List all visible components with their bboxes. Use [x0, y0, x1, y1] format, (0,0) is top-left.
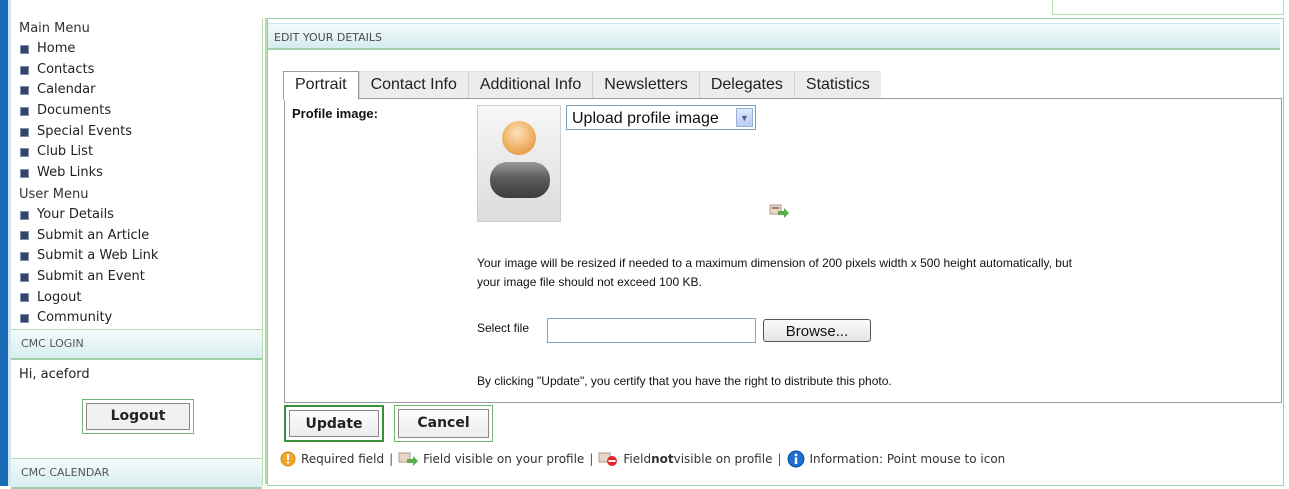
- window-edge: [0, 0, 8, 486]
- field-legend: Required field | Field visible on your p…: [280, 449, 1005, 469]
- resize-info-line1: Your image will be resized if needed to …: [477, 256, 1072, 270]
- update-button-frame: Update: [284, 405, 384, 442]
- resize-info: Your image will be resized if needed to …: [477, 254, 1267, 292]
- square-bullet-icon: [20, 272, 29, 282]
- legend-separator: |: [589, 452, 594, 466]
- square-bullet-icon: [20, 106, 29, 116]
- user-menu-item-submit-a-web-link[interactable]: Submit a Web Link: [11, 246, 262, 267]
- legend-visible: Field visible on your profile: [423, 452, 585, 466]
- select-file-label: Select file: [477, 321, 530, 335]
- login-band: CMC LOGIN: [11, 328, 262, 360]
- sidebar-item-label: Your Details: [37, 206, 114, 222]
- sidebar-item-label: Documents: [37, 103, 112, 119]
- logout-button-frame: Logout: [82, 399, 194, 434]
- square-bullet-icon: [20, 293, 29, 303]
- greeting: Hi, aceford: [19, 366, 90, 382]
- visible-field-icon: [398, 452, 419, 466]
- user-menu-item-community[interactable]: Community: [11, 308, 262, 329]
- cancel-button-frame: Cancel: [394, 405, 493, 442]
- profile-image-label: Profile image:: [292, 106, 378, 121]
- legend-info-post: : Point mouse to icon: [878, 452, 1006, 466]
- sidebar-item-label: Submit an Article: [37, 227, 150, 243]
- square-bullet-icon: [20, 127, 29, 137]
- main-menu-item-calendar[interactable]: Calendar: [11, 80, 262, 101]
- square-bullet-icon: [20, 252, 29, 262]
- square-bullet-icon: [20, 168, 29, 178]
- avatar: [477, 105, 561, 222]
- sidebar-item-label: Calendar: [37, 82, 96, 98]
- chevron-down-icon[interactable]: ▼: [736, 108, 753, 127]
- square-bullet-icon: [20, 44, 29, 54]
- calendar-band: CMC CALENDAR: [11, 458, 262, 489]
- square-bullet-icon: [20, 86, 29, 96]
- user-menu-item-submit-an-event[interactable]: Submit an Event: [11, 267, 262, 288]
- legend-not-visible-post: visible on profile: [673, 452, 773, 466]
- file-path-input[interactable]: [547, 318, 756, 343]
- page-title: EDIT YOUR DETAILS: [268, 23, 1280, 50]
- main-menu-item-documents[interactable]: Documents: [11, 101, 262, 122]
- sidebar-item-label: Logout: [37, 289, 82, 305]
- tab-additional-info[interactable]: Additional Info: [467, 71, 593, 98]
- browse-button[interactable]: Browse...: [763, 319, 871, 342]
- avatar-placeholder-icon: [490, 121, 550, 198]
- main-menu-header: Main Menu: [19, 21, 90, 36]
- calendar-band-wrap: CMC CALENDAR: [11, 458, 262, 489]
- info-icon: [787, 450, 804, 468]
- tab-delegates[interactable]: Delegates: [698, 71, 794, 98]
- legend-separator: |: [777, 452, 782, 466]
- square-bullet-icon: [20, 210, 29, 220]
- square-bullet-icon: [20, 231, 29, 241]
- legend-not-visible-bold: not: [651, 452, 674, 466]
- warning-icon: [280, 451, 296, 467]
- user-menu-item-your-details[interactable]: Your Details: [11, 205, 262, 226]
- sidebar-item-label: Special Events: [37, 123, 132, 139]
- main-menu-item-contacts[interactable]: Contacts: [11, 60, 262, 81]
- sidebar-item-label: Community: [37, 310, 113, 326]
- user-menu-item-submit-an-article[interactable]: Submit an Article: [11, 226, 262, 247]
- sidebar-item-label: Web Links: [37, 165, 103, 181]
- hidden-field-icon: [598, 452, 618, 466]
- square-bullet-icon: [20, 65, 29, 75]
- sidebar-item-label: Submit a Web Link: [37, 248, 159, 264]
- main-menu-item-club-list[interactable]: Club List: [11, 142, 262, 163]
- tab-contact-info[interactable]: Contact Info: [358, 71, 468, 98]
- sidebar-item-label: Contacts: [37, 61, 95, 77]
- user-menu-header: User Menu: [19, 186, 89, 202]
- tab-statistics[interactable]: Statistics: [793, 71, 881, 98]
- tab-newsletters[interactable]: Newsletters: [592, 71, 699, 98]
- sidebar-item-label: Submit an Event: [37, 268, 145, 284]
- legend-required: Required field: [301, 452, 385, 466]
- legend-not-visible-pre: Field: [623, 452, 652, 466]
- legend-separator: |: [389, 452, 394, 466]
- select-value: Upload profile image: [572, 110, 719, 127]
- legend-info-pre: Information: [809, 452, 879, 466]
- main-menu-item-home[interactable]: Home: [11, 39, 262, 60]
- certify-note: By clicking "Update", you certify that y…: [477, 374, 892, 388]
- search-box-fragment[interactable]: [1052, 0, 1284, 15]
- user-menu-item-logout[interactable]: Logout: [11, 288, 262, 309]
- square-bullet-icon: [20, 148, 29, 158]
- tab-bar: Portrait Contact Info Additional Info Ne…: [283, 71, 881, 100]
- resize-info-line2: your image file should not exceed 100 KB…: [477, 275, 702, 289]
- cancel-button[interactable]: Cancel: [398, 409, 489, 438]
- update-button[interactable]: Update: [289, 410, 379, 437]
- sidebar-item-label: Home: [37, 41, 76, 56]
- main-menu-item-web-links[interactable]: Web Links: [11, 163, 262, 184]
- profile-image-source-select[interactable]: Upload profile image ▼: [566, 105, 756, 130]
- visible-field-icon[interactable]: [769, 204, 789, 222]
- tab-portrait[interactable]: Portrait: [283, 71, 359, 100]
- logout-button[interactable]: Logout: [86, 403, 190, 430]
- sidebar-item-label: Club List: [37, 144, 94, 160]
- portrait-panel: Profile image: Upload profile image ▼ Yo…: [284, 98, 1282, 403]
- square-bullet-icon: [20, 314, 29, 324]
- main-panel: EDIT YOUR DETAILS Portrait Contact Info …: [267, 18, 1284, 486]
- main-menu-item-special-events[interactable]: Special Events: [11, 122, 262, 143]
